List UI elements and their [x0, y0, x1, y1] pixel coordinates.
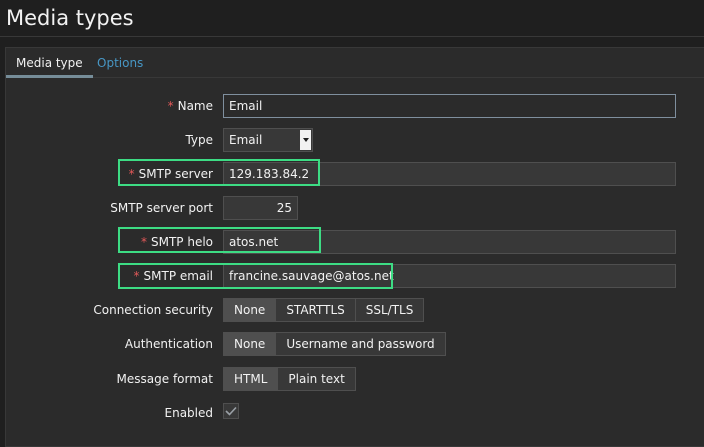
message-format-toggle: HTML Plain text — [223, 367, 356, 391]
type-select[interactable]: Email — [223, 128, 313, 152]
smtp-server-field[interactable]: 129.183.84.2 — [223, 162, 676, 186]
connection-security-none[interactable]: None — [223, 298, 277, 322]
name-field[interactable]: Email — [223, 94, 676, 118]
enabled-checkbox[interactable] — [223, 403, 239, 419]
tab-options[interactable]: Options — [87, 48, 153, 78]
connection-security-starttls[interactable]: STARTTLS — [275, 298, 356, 322]
connection-security-toggle: None STARTTLS SSL/TLS — [223, 298, 425, 322]
smtp-email-label: * SMTP email — [133, 269, 213, 283]
smtp-helo-field[interactable]: atos.net — [223, 230, 676, 254]
type-label: Type — [185, 133, 213, 147]
checkmark-icon — [225, 406, 237, 416]
smtp-email-field[interactable]: francine.sauvage@atos.net — [223, 264, 676, 288]
smtp-port-label: SMTP server port — [110, 201, 213, 215]
authentication-username-password[interactable]: Username and password — [275, 332, 446, 356]
required-mark: * — [167, 99, 174, 113]
authentication-label: Authentication — [124, 337, 213, 351]
connection-security-label: Connection security — [93, 303, 213, 317]
chevron-down-icon — [300, 130, 311, 150]
message-format-html[interactable]: HTML — [223, 367, 279, 391]
required-mark: * — [128, 167, 135, 181]
smtp-helo-label: * SMTP helo — [140, 235, 213, 249]
enabled-label: Enabled — [164, 406, 214, 420]
name-label: * Name — [167, 99, 213, 113]
page-title: Media types — [6, 6, 134, 30]
authentication-none[interactable]: None — [223, 332, 277, 356]
message-format-plain-text[interactable]: Plain text — [277, 367, 356, 391]
tab-media-type[interactable]: Media type — [6, 48, 93, 78]
authentication-toggle: None Username and password — [223, 332, 446, 356]
connection-security-ssl-tls[interactable]: SSL/TLS — [354, 298, 425, 322]
message-format-label: Message format — [116, 372, 213, 386]
tab-bar: Media type Options — [6, 48, 704, 78]
title-divider — [0, 36, 704, 37]
required-mark: * — [133, 269, 140, 283]
smtp-server-label: * SMTP server — [128, 167, 213, 181]
required-mark: * — [140, 235, 147, 249]
type-select-value: Email — [229, 133, 263, 147]
smtp-port-field[interactable]: 25 — [223, 196, 298, 220]
